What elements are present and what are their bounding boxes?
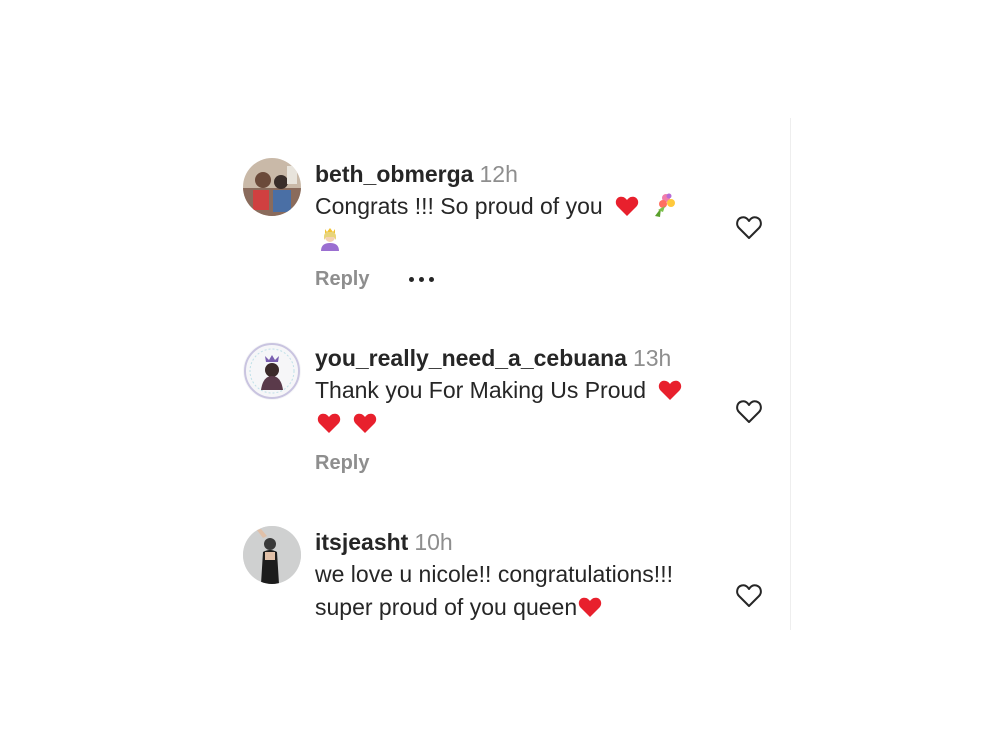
avatar[interactable] [243, 158, 301, 216]
comment-timestamp[interactable]: 12h [479, 161, 517, 187]
comments-panel: beth_obmerga 12h Congrats !!! So proud of… [225, 118, 791, 630]
heart-outline-icon[interactable] [735, 582, 763, 608]
red-heart-emoji-icon [354, 413, 377, 433]
bouquet-emoji-icon [655, 193, 676, 217]
red-heart-emoji-icon [659, 380, 682, 400]
comment-timestamp[interactable]: 10h [414, 529, 452, 555]
heart-outline-icon[interactable] [735, 214, 763, 240]
comment-text-content: Thank you For Making Us Proud [315, 377, 647, 403]
comment-username[interactable]: you_really_need_a_cebuana [315, 345, 627, 371]
comment-username[interactable]: itsjeasht [315, 529, 408, 555]
red-heart-emoji-icon [615, 196, 639, 216]
comment-username[interactable]: beth_obmerga [315, 161, 473, 187]
heart-outline-icon[interactable] [735, 398, 763, 424]
princess-emoji-icon [321, 228, 339, 251]
avatar[interactable] [243, 526, 301, 584]
comment-text: Thank you For Making Us Proud [315, 374, 735, 440]
comment-text: we love u nicole!! congratulations!!! su… [315, 558, 735, 624]
comment-actions: Reply [315, 268, 735, 291]
reply-button[interactable]: Reply [315, 452, 369, 475]
red-heart-emoji-icon [578, 597, 602, 617]
comment-actions: Reply [315, 452, 735, 475]
reply-button[interactable]: Reply [315, 268, 369, 291]
comment-timestamp[interactable]: 13h [633, 345, 671, 371]
avatar[interactable] [243, 342, 301, 400]
comment-text-content: Congrats !!! So proud of you [315, 193, 603, 219]
red-heart-emoji-icon [317, 413, 341, 433]
comment-text-line: we love u nicole!! congratulations!!! [315, 561, 673, 587]
comment-text-line: super proud of you queen [315, 594, 578, 620]
ellipsis-icon[interactable] [409, 277, 435, 282]
comment-text: Congrats !!! So proud of you [315, 190, 735, 256]
